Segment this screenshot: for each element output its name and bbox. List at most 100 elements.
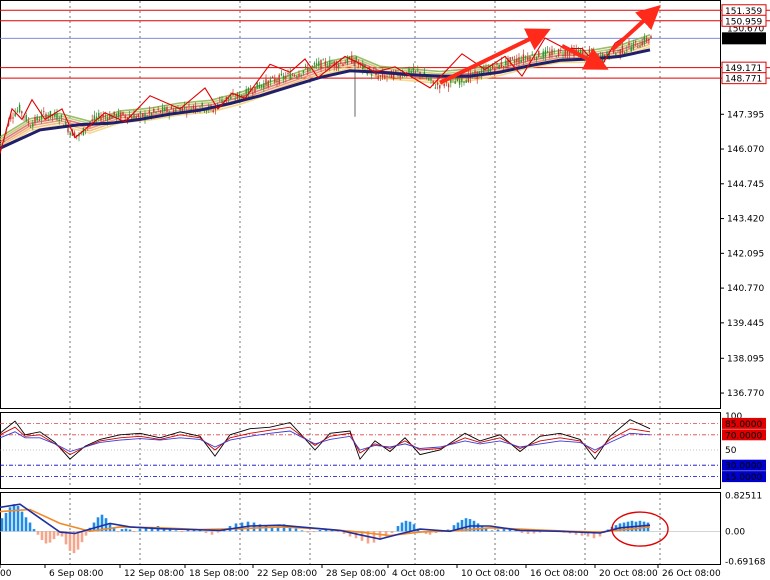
candle-body bbox=[531, 54, 533, 56]
histogram-bar bbox=[484, 528, 488, 532]
candle-body bbox=[155, 111, 157, 113]
candle-body bbox=[175, 109, 177, 112]
candle-body bbox=[329, 60, 331, 68]
price-tick-label: 143.420 bbox=[727, 215, 764, 225]
candle-body bbox=[500, 62, 503, 68]
candle-body bbox=[643, 37, 646, 44]
histogram-bar bbox=[96, 517, 100, 532]
candle-body bbox=[527, 56, 529, 61]
histogram-bar bbox=[12, 504, 16, 532]
histogram-bar bbox=[526, 531, 530, 534]
x-tick-label: 16 Oct 08:00 bbox=[530, 569, 589, 579]
candle-body bbox=[148, 110, 151, 114]
panel-frame-price bbox=[0, 0, 721, 409]
candle-body bbox=[524, 57, 527, 59]
candle-body bbox=[27, 121, 30, 124]
candle-body bbox=[139, 112, 142, 114]
x-tick-label: 22 Sep 08:00 bbox=[257, 569, 317, 579]
osc-level-label: 70.0000 bbox=[725, 431, 762, 441]
hist-tick-label: 0.82511 bbox=[725, 491, 762, 501]
candle-body bbox=[291, 74, 294, 76]
candle-body bbox=[634, 40, 637, 42]
histogram-bar bbox=[390, 531, 394, 534]
candle-body bbox=[164, 107, 166, 112]
candle-body bbox=[555, 56, 558, 58]
candle-body bbox=[533, 57, 536, 59]
candle-body bbox=[496, 63, 498, 65]
candle-body bbox=[551, 49, 553, 56]
x-tick-label: 26 Oct 08:00 bbox=[662, 569, 721, 579]
histogram-bar bbox=[40, 531, 44, 540]
histogram-bar bbox=[52, 531, 56, 540]
candle-body bbox=[29, 126, 32, 128]
x-tick-label: 28 Sep 08:00 bbox=[326, 569, 386, 579]
candle-body bbox=[410, 70, 412, 73]
candle-body bbox=[293, 75, 296, 77]
price-tick-label: 140.770 bbox=[727, 284, 764, 294]
candle-body bbox=[498, 65, 500, 70]
candle-body bbox=[65, 122, 67, 125]
candle-body bbox=[425, 77, 428, 79]
histogram-bar bbox=[520, 531, 524, 534]
candle-body bbox=[91, 119, 93, 121]
candle-body bbox=[170, 107, 173, 109]
candle-body bbox=[214, 108, 217, 110]
histogram-bar bbox=[72, 531, 76, 554]
price-tick-label: 138.095 bbox=[727, 354, 764, 364]
osc-level-label: 30.0000 bbox=[725, 462, 762, 472]
candle-body bbox=[252, 92, 254, 94]
histogram-bar bbox=[76, 531, 80, 550]
candle-body bbox=[302, 70, 305, 73]
candle-body bbox=[89, 121, 91, 123]
candle-body bbox=[282, 75, 285, 79]
histogram-bar bbox=[180, 531, 184, 533]
candle-body bbox=[324, 61, 327, 66]
price-tick-label: 142.095 bbox=[727, 249, 764, 259]
price-tick-label: 146.070 bbox=[727, 145, 764, 155]
histogram-bar bbox=[80, 531, 84, 543]
candle-body bbox=[192, 105, 195, 109]
candle-body bbox=[615, 53, 617, 55]
candle-body bbox=[100, 117, 102, 121]
candle-body bbox=[454, 81, 456, 84]
histogram-bar bbox=[404, 520, 408, 532]
histogram-bar bbox=[68, 531, 72, 551]
candle-body bbox=[412, 68, 415, 73]
candle-body bbox=[300, 74, 302, 76]
candle-body bbox=[557, 49, 560, 57]
histogram-bar bbox=[108, 523, 112, 532]
candle-body bbox=[529, 56, 531, 61]
candle-body bbox=[617, 50, 619, 52]
x-tick-label: 4 Oct 08:00 bbox=[392, 569, 445, 579]
histogram-bar bbox=[174, 530, 178, 532]
candle-body bbox=[289, 72, 291, 80]
candle-body bbox=[276, 80, 278, 82]
histogram-bar bbox=[294, 528, 298, 532]
candle-body bbox=[304, 65, 307, 67]
price-tick-label: 147.395 bbox=[727, 110, 764, 120]
candle-body bbox=[69, 132, 71, 136]
histogram-bar bbox=[128, 529, 132, 532]
candle-body bbox=[188, 104, 190, 106]
candle-body bbox=[628, 43, 630, 46]
candle-body bbox=[98, 112, 100, 117]
histogram-bar bbox=[490, 530, 494, 532]
candle-body bbox=[395, 70, 397, 72]
candle-body bbox=[269, 79, 272, 82]
candle-body bbox=[626, 50, 628, 52]
candle-body bbox=[502, 66, 505, 67]
candle-body bbox=[58, 119, 60, 121]
candle-body bbox=[564, 50, 566, 57]
candle-body bbox=[32, 123, 34, 127]
candle-body bbox=[157, 108, 159, 110]
candle-body bbox=[386, 76, 388, 77]
candle-body bbox=[221, 99, 223, 104]
candle-body bbox=[260, 84, 263, 88]
candle-body bbox=[505, 60, 507, 66]
x-tick-label: 10 Oct 08:00 bbox=[461, 569, 520, 579]
candle-body bbox=[344, 62, 346, 64]
chart-root: 147.395 146.070 144.745 143.420 142.095 140.7… bbox=[0, 0, 770, 580]
candle-body bbox=[516, 58, 518, 63]
current-price-label: 150.289 bbox=[725, 35, 762, 45]
candle-body bbox=[518, 57, 520, 63]
